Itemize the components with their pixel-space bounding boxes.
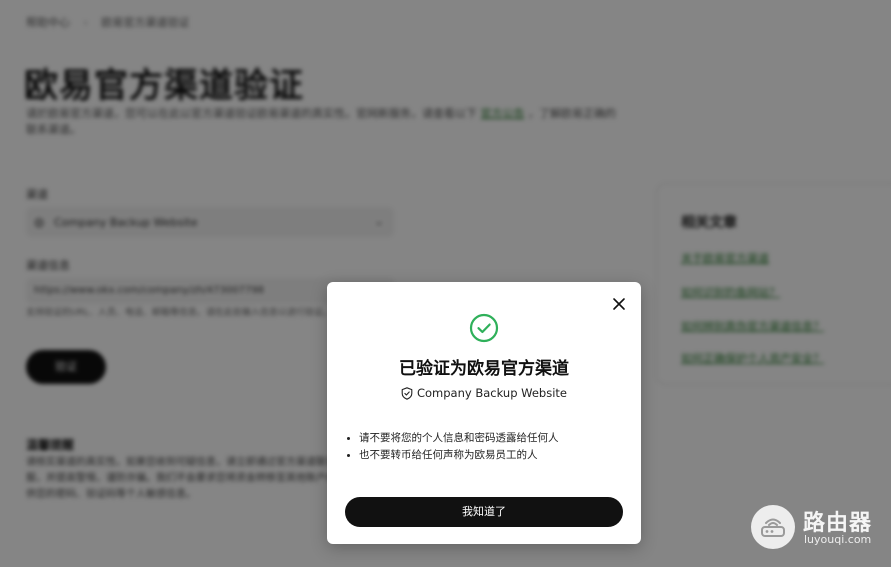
shield-icon — [401, 387, 413, 400]
bullet — [347, 437, 350, 440]
verified-channel-name: Company Backup Website — [416, 386, 568, 400]
router-logo-icon — [751, 505, 795, 549]
acknowledge-button[interactable]: 我知道了 — [345, 497, 623, 527]
watermark: 路由器 luyouqi.com — [751, 505, 891, 549]
list-item: 也不要转币给任何声称为欧易员工的人 — [347, 447, 559, 464]
list-item: 请不要将您的个人信息和密码透露给任何人 — [347, 430, 559, 447]
safety-tips: 请不要将您的个人信息和密码透露给任何人 也不要转币给任何声称为欧易员工的人 — [347, 430, 559, 464]
router-icon — [761, 518, 785, 537]
tip-text: 请不要将您的个人信息和密码透露给任何人 — [359, 432, 559, 444]
tip-text: 也不要转币给任何声称为欧易员工的人 — [359, 449, 538, 461]
verification-result-modal: 已验证为欧易官方渠道 Company Backup Website 请不要将您的… — [327, 282, 641, 544]
bullet — [347, 454, 350, 457]
watermark-domain: luyouqi.com — [804, 533, 872, 546]
verified-channel: Company Backup Website — [327, 386, 641, 400]
check-circle-icon — [469, 313, 499, 343]
close-icon[interactable] — [611, 296, 627, 312]
modal-title: 已验证为欧易官方渠道 — [399, 359, 569, 379]
